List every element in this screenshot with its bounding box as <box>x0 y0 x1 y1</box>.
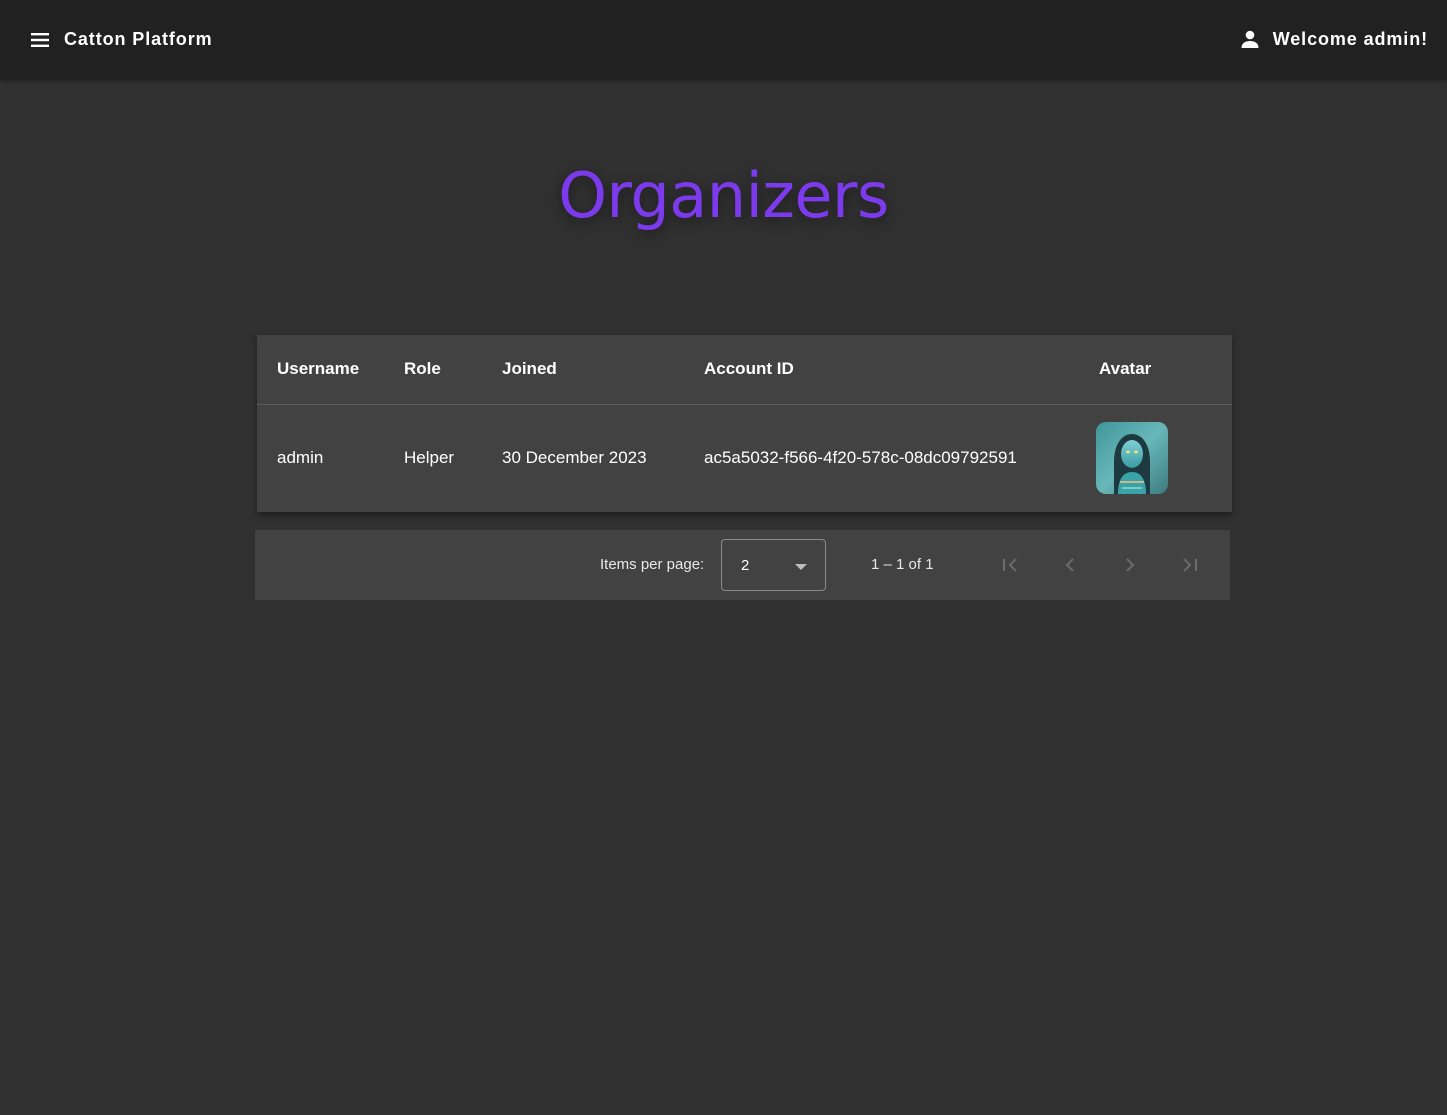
previous-page-button[interactable] <box>1050 545 1090 585</box>
first-page-button[interactable] <box>990 545 1030 585</box>
cell-username: admin <box>277 448 324 468</box>
cell-account-id: ac5a5032-f566-4f20-578c-08dc09792591 <box>704 448 1017 468</box>
page-title: Organizers <box>558 159 889 232</box>
welcome-text: Welcome admin! <box>1272 29 1428 49</box>
dropdown-arrow-icon <box>795 564 807 570</box>
column-header-joined: Joined <box>482 335 684 405</box>
menu-button[interactable] <box>24 24 56 56</box>
column-header-avatar: Avatar <box>1079 335 1232 405</box>
table-row[interactable]: admin Helper 30 December 2023 ac5a5032-f… <box>257 404 1232 512</box>
person-icon <box>1237 26 1263 52</box>
first-page-icon <box>1003 558 1017 572</box>
user-menu[interactable]: Welcome admin! <box>1237 26 1428 52</box>
items-per-page-select[interactable]: 2 <box>721 539 826 591</box>
organizers-table: Username Role Joined Account ID Avatar a… <box>257 335 1232 512</box>
cell-role: Helper <box>404 448 455 468</box>
column-header-account-id: Account ID <box>684 335 1079 405</box>
cell-avatar <box>1079 404 1232 512</box>
table-header-row: Username Role Joined Account ID Avatar <box>257 335 1232 405</box>
items-per-page-label: Items per page: <box>600 556 705 573</box>
top-toolbar: Catton Platform Welcome admin! <box>0 0 1447 79</box>
menu-icon <box>31 33 49 47</box>
page-range-label: 1 – 1 of 1 <box>871 556 934 573</box>
last-page-button[interactable] <box>1170 545 1210 585</box>
cell-joined: 30 December 2023 <box>502 448 647 468</box>
last-page-icon <box>1183 558 1197 572</box>
organizers-table-card: Username Role Joined Account ID Avatar a… <box>257 335 1232 512</box>
next-page-button[interactable] <box>1110 545 1150 585</box>
column-header-role: Role <box>384 335 482 405</box>
items-per-page-value: 2 <box>741 557 750 574</box>
app-title: Catton Platform <box>64 29 213 49</box>
column-header-username: Username <box>257 335 384 405</box>
paginator: Items per page: 2 1 – 1 of 1 <box>255 530 1230 600</box>
avatar-image <box>1096 422 1168 495</box>
chevron-left-icon <box>1065 558 1074 572</box>
chevron-right-icon <box>1126 558 1135 572</box>
